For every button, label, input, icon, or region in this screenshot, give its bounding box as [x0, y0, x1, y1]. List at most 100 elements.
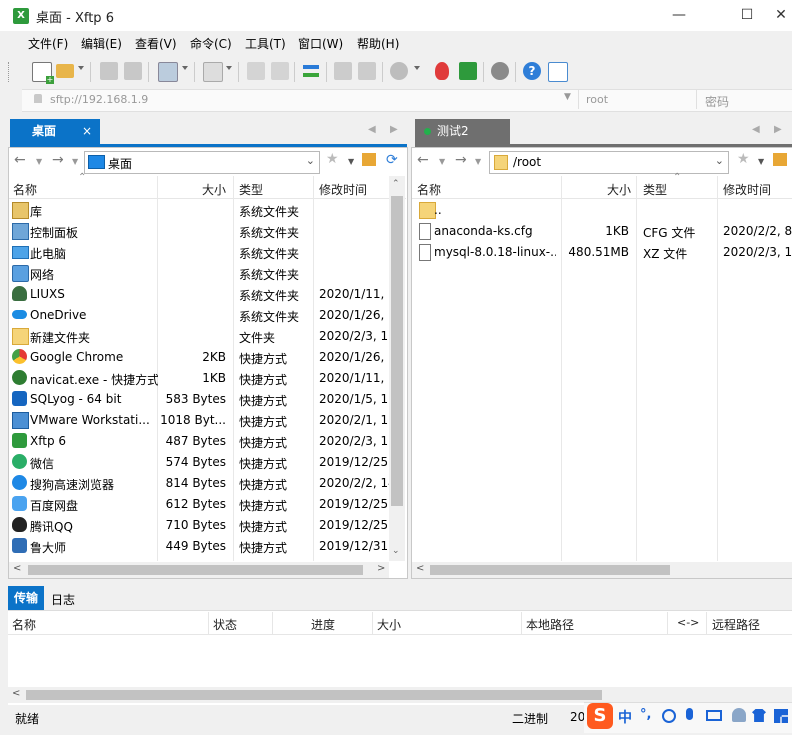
path-dropdown-icon[interactable]: ⌄ — [715, 154, 724, 167]
scroll-up-icon[interactable]: ⌃ — [392, 179, 400, 189]
col-type[interactable]: 类型 — [239, 181, 263, 198]
col-transfer-status[interactable]: 状态 — [213, 616, 237, 633]
col-transfer-progress[interactable]: 进度 — [311, 616, 335, 633]
menu-tools[interactable]: 工具(T) — [245, 35, 286, 52]
right-path-combobox[interactable]: /root ⌄ — [489, 151, 729, 174]
disconnect-icon[interactable] — [124, 62, 142, 80]
back-icon[interactable]: ← — [417, 152, 429, 168]
forward-dropdown-icon[interactable]: ▼ — [72, 157, 78, 166]
scroll-left-icon[interactable]: < — [416, 563, 424, 574]
back-icon[interactable]: ← — [14, 152, 26, 168]
path-dropdown-icon[interactable]: ⌄ — [306, 154, 315, 167]
file-row[interactable]: anaconda-ks.cfg 1KB CFG 文件 2020/2/2, 8: — [412, 221, 792, 242]
col-modified[interactable]: 修改时间 — [319, 181, 367, 198]
transfer-mode[interactable]: 二进制 — [512, 710, 548, 727]
ime-chinese-mode[interactable]: 中 — [618, 707, 632, 727]
tab-log[interactable]: 日志 — [51, 591, 75, 608]
minimize-button[interactable]: — — [656, 0, 702, 31]
refresh-list-icon[interactable] — [271, 62, 289, 80]
xshell-icon[interactable] — [435, 62, 449, 80]
keyboard-icon[interactable] — [706, 710, 722, 721]
scroll-down-icon[interactable]: ⌄ — [392, 546, 400, 556]
file-row[interactable]: Google Chrome 2KB 快捷方式 2020/1/26, 1 — [9, 347, 389, 368]
settings-gear-icon[interactable] — [491, 62, 509, 80]
emoji-icon[interactable] — [662, 709, 676, 723]
open-dropdown-icon[interactable] — [78, 66, 84, 70]
menu-edit[interactable]: 编辑(E) — [81, 35, 122, 52]
file-row[interactable]: 控制面板 系统文件夹 — [9, 221, 389, 242]
col-type[interactable]: 类型 — [643, 181, 667, 198]
tab-scroll-right-icon[interactable]: ▶ — [390, 124, 398, 135]
username-input[interactable]: root — [586, 93, 608, 106]
menu-help[interactable]: 帮助(H) — [357, 35, 399, 52]
host-dropdown-icon[interactable]: ▼ — [564, 92, 571, 102]
file-row[interactable]: SQLyog - 64 bit 583 Bytes 快捷方式 2020/1/5, 17 — [9, 389, 389, 410]
favorite-star-icon[interactable]: ★ — [737, 151, 750, 167]
home-icon[interactable] — [773, 153, 787, 166]
file-row[interactable]: OneDrive 系统文件夹 2020/1/26, 1 — [9, 305, 389, 326]
back-dropdown-icon[interactable]: ▼ — [36, 157, 42, 166]
home-icon[interactable] — [362, 153, 376, 166]
terminal-icon[interactable] — [203, 62, 223, 82]
filter-dropdown-icon[interactable] — [414, 66, 420, 70]
host-input[interactable]: sftp://192.168.1.9 — [50, 93, 148, 106]
forward-icon[interactable]: → — [52, 152, 64, 168]
paste-icon[interactable] — [358, 62, 376, 80]
ime-punctuation-mode[interactable]: °, — [640, 707, 651, 722]
connect-icon[interactable] — [100, 62, 118, 80]
col-size[interactable]: 大小 — [607, 181, 631, 198]
file-row[interactable]: 微信 574 Bytes 快捷方式 2019/12/25, — [9, 452, 389, 473]
file-row[interactable]: 库 系统文件夹 — [9, 200, 389, 221]
left-hscroll-thumb[interactable] — [28, 565, 363, 575]
file-row[interactable]: 网络 系统文件夹 — [9, 263, 389, 284]
col-transfer-remote-path[interactable]: 远程路径 — [712, 616, 760, 633]
xftp-icon[interactable] — [459, 62, 477, 80]
tab-close-icon[interactable]: × — [82, 119, 92, 144]
tab-test2[interactable]: 测试2 — [415, 119, 510, 144]
col-transfer-size[interactable]: 大小 — [377, 616, 401, 633]
file-row[interactable]: Xftp 6 487 Bytes 快捷方式 2020/2/3, 13 — [9, 431, 389, 452]
file-row[interactable]: .. — [412, 200, 792, 221]
file-row[interactable]: LIUXS 系统文件夹 2020/1/11, 3 — [9, 284, 389, 305]
copy-icon[interactable] — [334, 62, 352, 80]
file-row[interactable]: navicat.exe - 快捷方式 1KB 快捷方式 2020/1/11, 3 — [9, 368, 389, 389]
file-row[interactable]: 百度网盘 612 Bytes 快捷方式 2019/12/25, — [9, 494, 389, 515]
menu-file[interactable]: 文件(F) — [28, 35, 68, 52]
close-window-button[interactable]: ✕ — [770, 0, 792, 31]
terminal-dropdown-icon[interactable] — [226, 66, 232, 70]
chat-icon[interactable] — [548, 62, 568, 82]
forward-dropdown-icon[interactable]: ▼ — [475, 157, 481, 166]
right-hscroll-thumb[interactable] — [430, 565, 670, 575]
tab-desktop[interactable]: 桌面 × — [10, 119, 100, 144]
scroll-right-icon[interactable]: > — [377, 563, 385, 574]
maximize-button[interactable]: ☐ — [724, 0, 770, 31]
menu-command[interactable]: 命令(C) — [190, 35, 232, 52]
filter-icon[interactable] — [390, 62, 408, 80]
left-vscroll-thumb[interactable] — [391, 196, 403, 506]
favorite-dropdown-icon[interactable]: ▼ — [348, 157, 354, 166]
microphone-icon[interactable] — [686, 708, 693, 720]
col-name[interactable]: 名称 — [13, 181, 37, 198]
new-tab-icon[interactable] — [158, 62, 178, 82]
col-modified[interactable]: 修改时间 — [723, 181, 771, 198]
new-session-icon[interactable]: + — [32, 62, 54, 84]
sync-arrows-icon[interactable] — [302, 62, 320, 80]
sogou-ime-icon[interactable]: S — [587, 703, 613, 729]
file-row[interactable]: 腾讯QQ 710 Bytes 快捷方式 2019/12/25, — [9, 515, 389, 536]
password-input[interactable]: 密码 — [705, 93, 729, 110]
new-tab-dropdown-icon[interactable] — [182, 66, 188, 70]
scroll-left-icon[interactable]: < — [12, 688, 20, 699]
file-row[interactable]: 搜狗高速浏览器 814 Bytes 快捷方式 2020/2/2, 14 — [9, 473, 389, 494]
properties-icon[interactable] — [247, 62, 265, 80]
open-folder-icon[interactable] — [56, 64, 74, 78]
file-row[interactable]: mysql-8.0.18-linux-... 480.51MB XZ 文件 2020/… — [412, 242, 792, 263]
menu-window[interactable]: 窗口(W) — [298, 35, 343, 52]
favorite-dropdown-icon[interactable]: ▼ — [758, 157, 764, 166]
tab-scroll-left-icon[interactable]: ◀ — [752, 124, 760, 135]
refresh-icon[interactable]: ⟳ — [386, 152, 398, 168]
col-transfer-local-path[interactable]: 本地路径 — [526, 616, 574, 633]
menu-view[interactable]: 查看(V) — [135, 35, 177, 52]
tab-scroll-left-icon[interactable]: ◀ — [368, 124, 376, 135]
scroll-left-icon[interactable]: < — [13, 563, 21, 574]
transfer-hscroll-thumb[interactable] — [26, 690, 602, 700]
